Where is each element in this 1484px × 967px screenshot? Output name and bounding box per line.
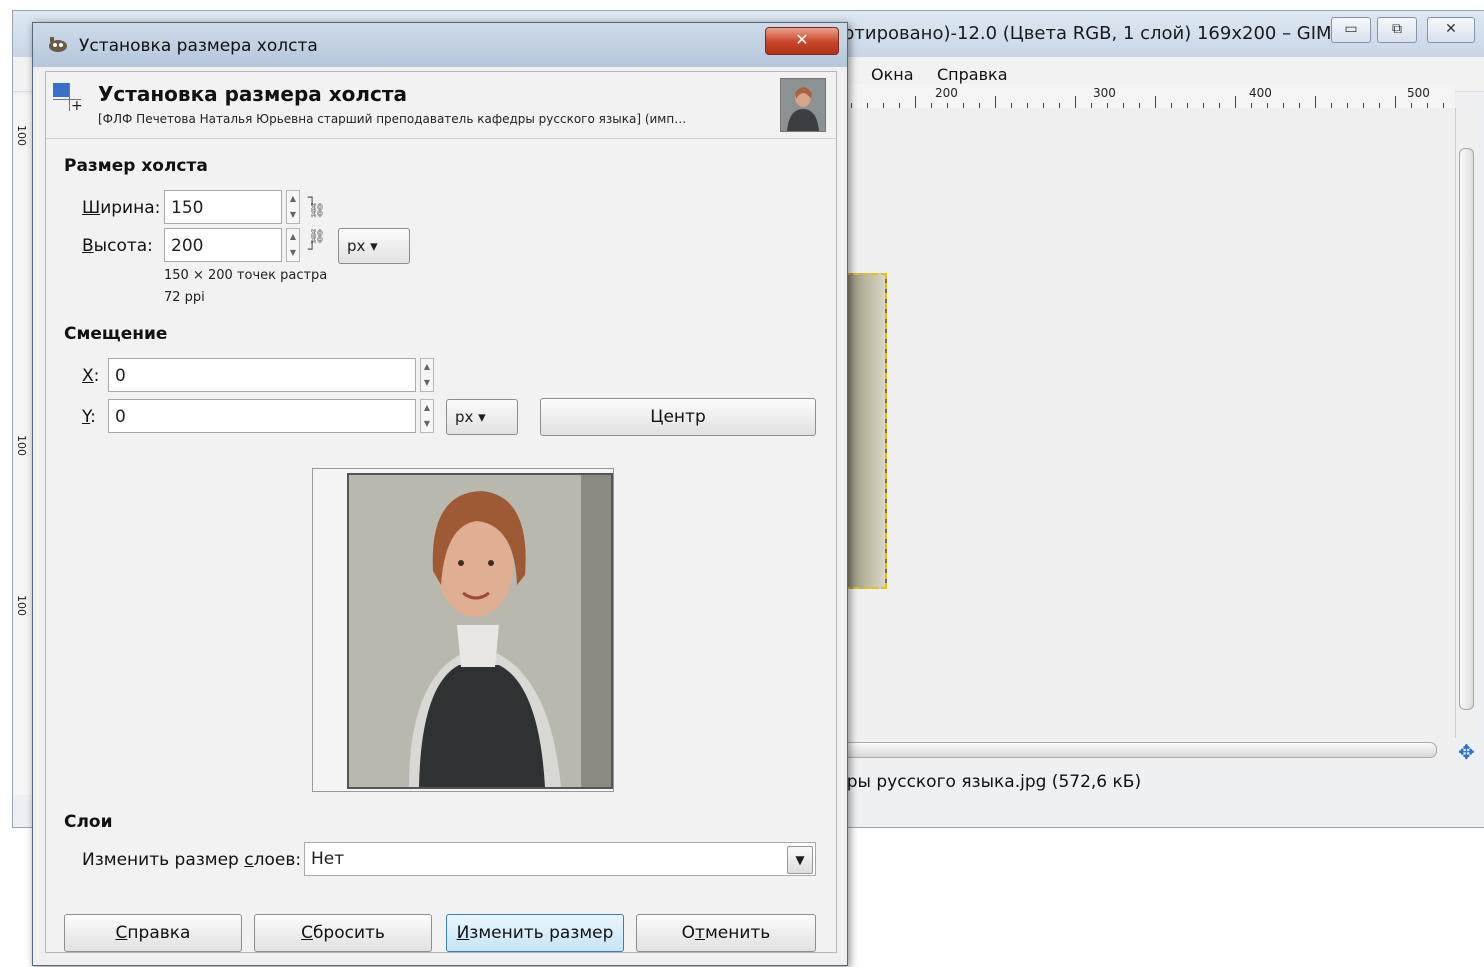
horizontal-scroll-thumb[interactable] <box>835 742 1437 758</box>
offset-y-label: Y: <box>82 407 96 427</box>
layers-section-label: Слои <box>64 812 113 832</box>
offset-y-spinner[interactable]: ▲ ▼ <box>420 399 434 433</box>
navigate-icon[interactable]: ✥ <box>1458 740 1475 764</box>
canvas-size-unit-select[interactable]: px ▾ <box>338 228 410 264</box>
ruler-label: 200 <box>935 86 958 100</box>
menu-windows[interactable]: Окна <box>871 65 914 84</box>
ruler-tick <box>1315 96 1316 108</box>
dialog-body: + Установка размера холста [ФЛФ Печетова… <box>45 71 837 953</box>
dialog-header-title: Установка размера холста <box>98 82 407 106</box>
offset-x-input[interactable]: 0 <box>108 358 416 392</box>
offset-y-input[interactable]: 0 <box>108 399 416 433</box>
cancel-button[interactable]: Отменить <box>636 914 816 952</box>
canvas-size-dialog: Установка размера холста ✕ + Установка р… <box>32 22 848 966</box>
dialog-title: Установка размера холста <box>79 36 318 56</box>
canvas-size-ppi-info: 72 ppi <box>164 290 205 305</box>
offset-x-label: X: <box>82 366 100 386</box>
vertical-scroll-thumb[interactable] <box>1459 148 1474 710</box>
height-input[interactable]: 200 <box>164 228 282 262</box>
resize-button[interactable]: Изменить размер <box>446 914 624 952</box>
ruler-tick <box>1235 96 1236 108</box>
horizontal-ruler: 200 300 400 500 <box>835 84 1455 109</box>
offset-unit-select[interactable]: px ▾ <box>446 399 518 435</box>
offset-section-label: Смещение <box>64 324 168 344</box>
canvas-size-section-label: Размер холста <box>64 156 208 176</box>
main-window-title: ртировано)-12.0 (Цвета RGB, 1 слой) 169x… <box>843 23 1343 44</box>
close-icon[interactable]: ✕ <box>765 27 839 55</box>
reset-button[interactable]: Сбросить <box>254 914 432 952</box>
ruler-label: 500 <box>1407 86 1430 100</box>
ruler-tick <box>1155 96 1156 108</box>
chain-icon[interactable]: ┐ ⛓ ⛓ ┘ <box>308 191 326 257</box>
width-input[interactable]: 150 <box>164 190 282 224</box>
ruler-tick <box>1395 96 1396 108</box>
status-bar-text: дры русского языка.jpg (572,6 кБ) <box>835 772 1142 792</box>
preview-photo[interactable] <box>347 473 613 789</box>
chevron-down-icon[interactable]: ▼ <box>787 846 813 874</box>
ruler-label: 400 <box>1249 86 1272 100</box>
vertical-scrollbar[interactable] <box>1455 108 1476 738</box>
width-spinner[interactable]: ▲ ▼ <box>286 190 300 224</box>
ruler-tick <box>1075 96 1076 108</box>
ruler-tick <box>915 96 916 108</box>
resize-layers-select[interactable]: Нет ▼ <box>304 842 816 876</box>
dialog-title-bar: Установка размера холста ✕ <box>33 23 847 67</box>
header-separator <box>46 138 836 139</box>
close-window-icon[interactable]: ✕ <box>1427 17 1475 43</box>
help-button[interactable]: Справка <box>64 914 242 952</box>
menu-help[interactable]: Справка <box>937 65 1008 84</box>
ruler-tick <box>995 96 996 108</box>
offset-x-spinner[interactable]: ▲ ▼ <box>420 358 434 392</box>
maximize-icon[interactable]: ⧉ <box>1377 17 1417 43</box>
ruler-label: 300 <box>1093 86 1116 100</box>
canvas-size-pixels-info: 150 × 200 точек растра <box>164 268 328 283</box>
vruler-label: 100 <box>15 125 28 146</box>
dialog-header-subtitle: [ФЛФ Печетова Наталья Юрьевна старший пр… <box>98 112 687 126</box>
width-label: Ширина: <box>82 198 161 218</box>
vruler-label: 100 <box>15 435 28 456</box>
svg-text:+: + <box>71 98 82 112</box>
image-thumbnail <box>780 78 826 132</box>
vruler-label: 100 <box>15 595 28 616</box>
height-spinner[interactable]: ▲ ▼ <box>286 228 300 262</box>
center-button[interactable]: Центр <box>540 398 816 436</box>
canvas-size-icon: + <box>52 82 83 114</box>
image-canvas[interactable] <box>835 108 1455 738</box>
height-label: Высота: <box>82 236 153 256</box>
resize-layers-label: Изменить размер слоев: <box>82 850 302 870</box>
resize-layers-value: Нет <box>311 849 345 869</box>
offset-preview[interactable] <box>312 468 614 792</box>
minimize-icon[interactable]: ▭ <box>1331 17 1371 43</box>
gimp-icon <box>47 35 69 53</box>
horizontal-scrollbar[interactable] <box>835 738 1455 762</box>
